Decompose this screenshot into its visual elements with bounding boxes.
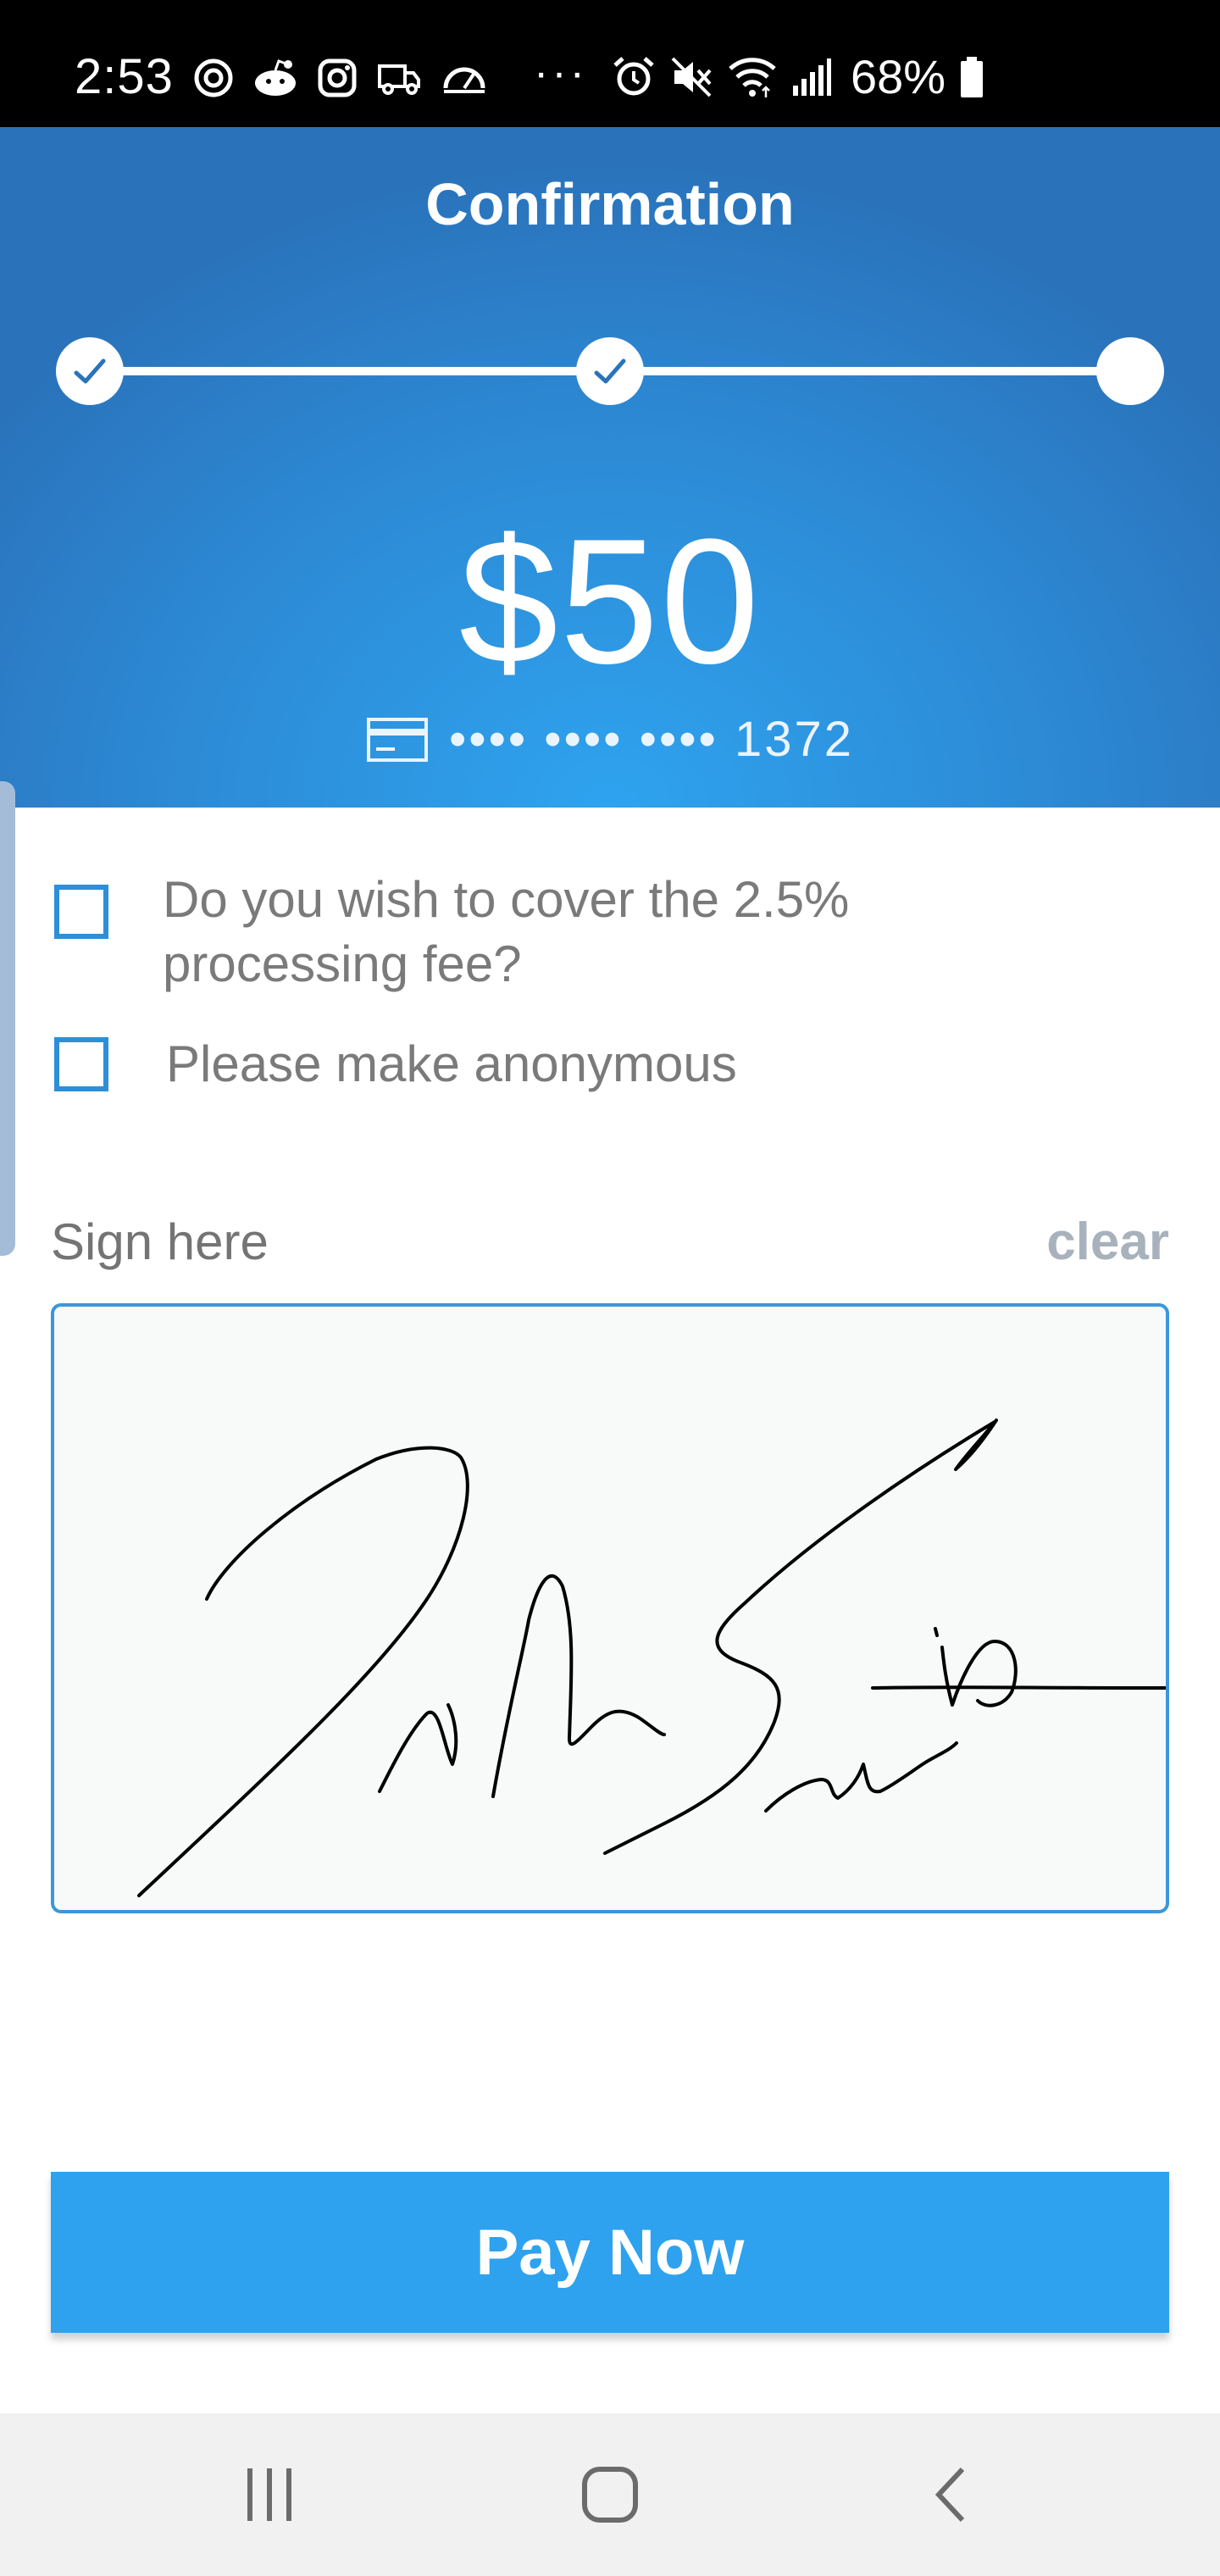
wifi-icon <box>729 58 776 97</box>
system-icons: 68% <box>612 51 984 103</box>
threads-icon <box>194 58 233 97</box>
check-icon <box>74 358 106 384</box>
check-icon <box>594 358 626 384</box>
anonymous-checkbox[interactable] <box>54 1037 108 1091</box>
alarm-icon <box>613 57 654 96</box>
instagram-icon <box>318 58 357 97</box>
card-number-masked: •••• •••• •••• 1372 <box>448 712 855 767</box>
recent-apps-button[interactable] <box>168 2413 371 2576</box>
speedometer-icon <box>443 67 485 93</box>
signature-pad[interactable] <box>51 1303 1169 1913</box>
pay-now-button[interactable]: Pay Now <box>51 2172 1169 2333</box>
credit-card-icon <box>366 718 428 762</box>
status-time: 2:53 <box>75 49 174 104</box>
signature-drawing <box>137 1418 1166 1897</box>
recent-apps-icon <box>247 2468 291 2521</box>
step-3-current <box>1096 337 1164 405</box>
cover-fee-label: Do you wish to cover the 2.5% processing… <box>163 871 850 992</box>
system-navigation-bar <box>0 2413 1220 2576</box>
confirmation-header: Confirmation $50 •••• •••• •••• 1372 <box>0 127 1220 808</box>
back-icon <box>934 2467 965 2523</box>
back-button[interactable] <box>849 2413 1052 2576</box>
battery-icon <box>961 57 984 97</box>
more-notifications-indicator: ··· <box>534 48 588 97</box>
battery-percentage: 68% <box>851 50 946 103</box>
cover-fee-option[interactable]: Do you wish to cover the 2.5% processing… <box>51 864 1169 1000</box>
anonymous-option[interactable]: Please make anonymous <box>51 1034 1169 1110</box>
notification-icons <box>193 53 488 103</box>
mute-icon <box>671 57 712 97</box>
payment-amount: $50 <box>458 502 762 701</box>
home-icon <box>582 2467 638 2523</box>
reddit-icon <box>255 59 296 96</box>
delivery-truck-icon <box>378 64 420 95</box>
signal-icon <box>793 58 831 96</box>
status-bar: 2:53 ··· 68% <box>0 0 1220 127</box>
anonymous-label: Please make anonymous <box>166 1035 737 1092</box>
clear-signature-button[interactable]: clear <box>1046 1210 1169 1274</box>
signature-label: Sign here <box>51 1213 269 1270</box>
stepper-connector <box>90 367 610 375</box>
stepper-connector <box>610 367 1130 375</box>
step-1-complete <box>56 337 124 405</box>
edge-panel-handle[interactable] <box>0 781 15 1256</box>
home-button[interactable] <box>508 2413 712 2576</box>
payment-card: •••• •••• •••• 1372 <box>0 706 1220 774</box>
step-2-complete <box>576 337 644 405</box>
cover-fee-checkbox[interactable] <box>54 885 108 939</box>
